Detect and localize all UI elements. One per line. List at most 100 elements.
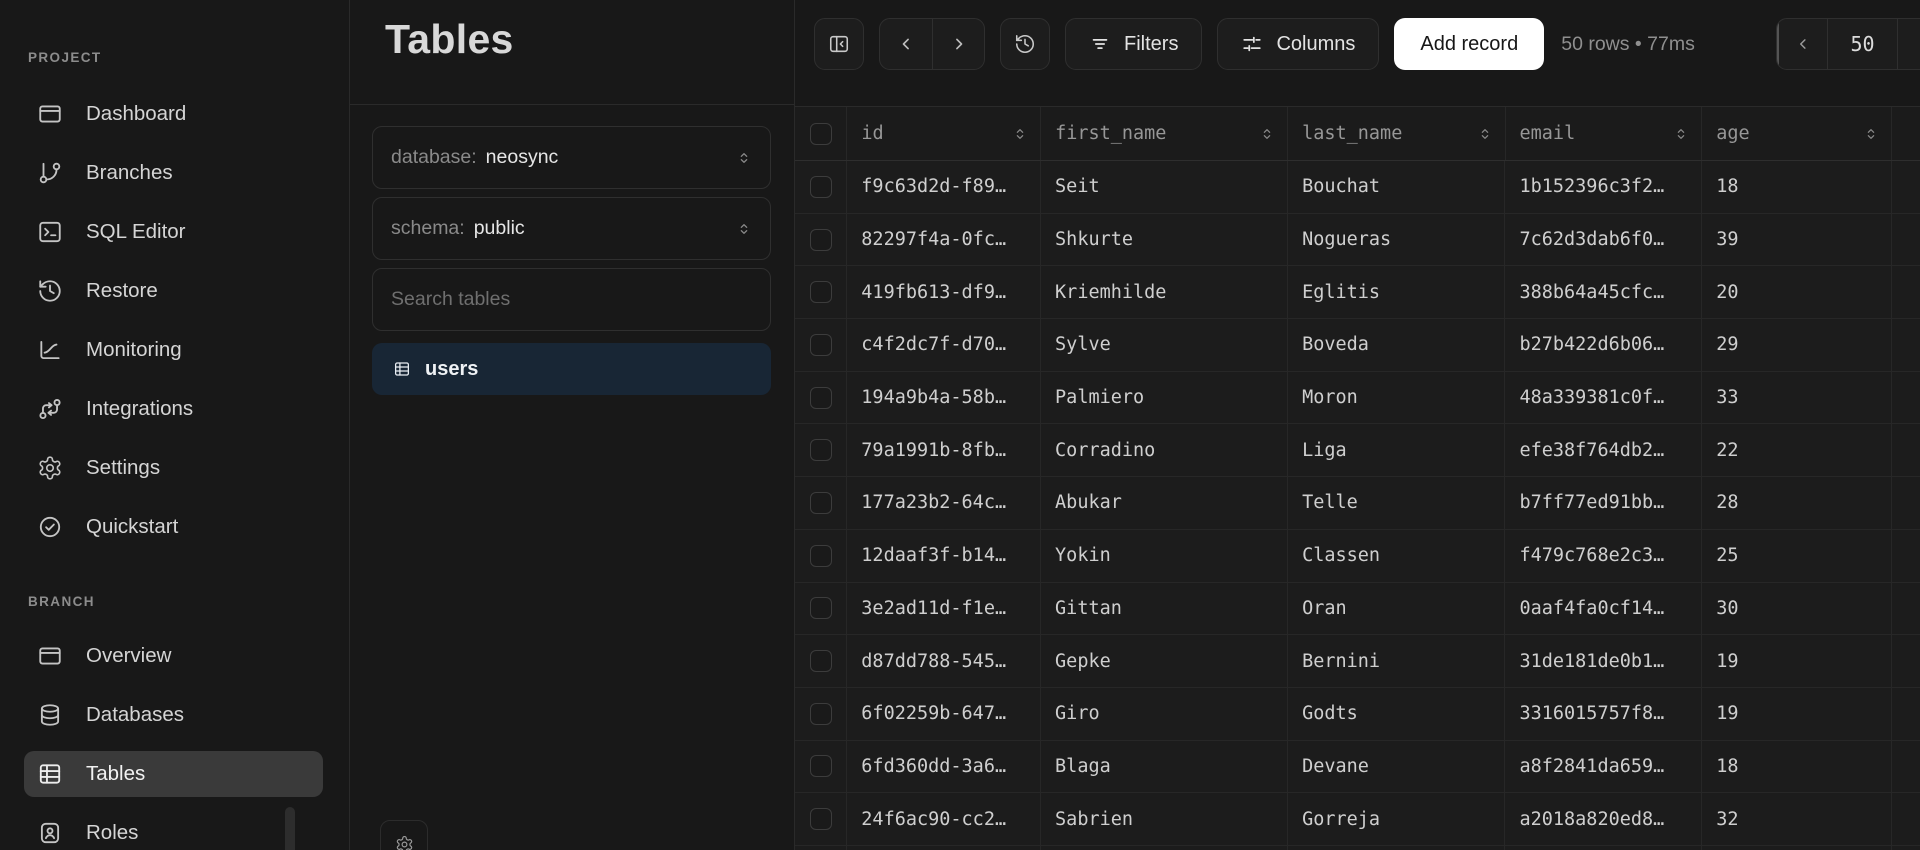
cell-age[interactable]: 18	[1702, 161, 1892, 213]
cell-id[interactable]: c4f2dc7f-d70…	[847, 319, 1041, 371]
cell-first-name[interactable]: Blaga	[1041, 741, 1288, 793]
cell-last-name[interactable]: Devane	[1288, 741, 1505, 793]
cell-email[interactable]: b7ff77ed91bb…	[1505, 477, 1702, 529]
forward-button[interactable]	[932, 19, 984, 69]
cell-age[interactable]: 20	[1702, 266, 1892, 318]
cell-age[interactable]: 32	[1702, 793, 1892, 845]
cell-first-name[interactable]: Palmiero	[1041, 372, 1288, 424]
cell-email[interactable]: f479c768e2c3…	[1505, 530, 1702, 582]
sidebar-item-roles[interactable]: Roles	[24, 810, 323, 850]
row-checkbox[interactable]	[810, 229, 832, 251]
database-select[interactable]: database: neosync	[372, 126, 771, 189]
page-offset-value[interactable]: 0	[1897, 19, 1920, 69]
cell-id[interactable]: 79a1991b-8fb…	[847, 424, 1041, 476]
sidebar-item-settings[interactable]: Settings	[24, 445, 323, 491]
cell-first-name[interactable]: Sabrien	[1041, 793, 1288, 845]
row-checkbox[interactable]	[810, 703, 832, 725]
table-row[interactable]: 12daaf3f-b14…YokinClassenf479c768e2c3…25	[795, 530, 1920, 583]
sidebar-item-integrations[interactable]: Integrations	[24, 386, 323, 432]
schema-select[interactable]: schema: public	[372, 197, 771, 260]
row-checkbox[interactable]	[810, 597, 832, 619]
sidebar-item-sql-editor[interactable]: SQL Editor	[24, 209, 323, 255]
row-checkbox[interactable]	[810, 650, 832, 672]
cell-id[interactable]: d87dd788-545…	[847, 635, 1041, 687]
cell-id[interactable]: 12daaf3f-b14…	[847, 530, 1041, 582]
back-button[interactable]	[880, 19, 932, 69]
page-size-value[interactable]: 50	[1827, 19, 1897, 69]
cell-id[interactable]: 3e2ad11d-f1e…	[847, 583, 1041, 635]
cell-last-name[interactable]: Moron	[1288, 372, 1505, 424]
table-list-item-users[interactable]: users	[372, 343, 771, 395]
table-row[interactable]: 194a9b4a-58b…PalmieroMoron48a339381c0f…3…	[795, 372, 1920, 425]
cell-last-name[interactable]: Bernini	[1288, 635, 1505, 687]
cell-age[interactable]: 19	[1702, 688, 1892, 740]
cell-last-name[interactable]: Bouchat	[1288, 161, 1505, 213]
row-checkbox[interactable]	[810, 334, 832, 356]
cell-age[interactable]: 39	[1702, 214, 1892, 266]
prev-page-button[interactable]	[1777, 19, 1827, 69]
cell-age[interactable]: 18	[1702, 741, 1892, 793]
table-row[interactable]: d87dd788-545…GepkeBernini31de181de0b1…19	[795, 635, 1920, 688]
column-header-id[interactable]: id	[847, 107, 1041, 160]
filters-button[interactable]: Filters	[1065, 18, 1202, 70]
cell-last-name[interactable]: Telle	[1288, 477, 1505, 529]
cell-age[interactable]: 29	[1702, 319, 1892, 371]
cell-id[interactable]: 82297f4a-0fc…	[847, 214, 1041, 266]
sidebar-item-branches[interactable]: Branches	[24, 150, 323, 196]
sidebar-item-restore[interactable]: Restore	[24, 268, 323, 314]
cell-email[interactable]: 388b64a45cfc…	[1505, 266, 1702, 318]
cell-email[interactable]: a2018a820ed8…	[1505, 793, 1702, 845]
row-checkbox[interactable]	[810, 281, 832, 303]
history-button[interactable]	[1000, 18, 1050, 70]
column-header-last-name[interactable]: last_name	[1288, 107, 1505, 160]
table-row[interactable]: f9c63d2d-f89…SeitBouchat1b152396c3f2…18	[795, 161, 1920, 214]
sidebar-item-monitoring[interactable]: Monitoring	[24, 327, 323, 373]
collapse-panel-button[interactable]	[814, 18, 864, 70]
sidebar-item-tables[interactable]: Tables	[24, 751, 323, 797]
row-checkbox[interactable]	[810, 545, 832, 567]
cell-email[interactable]: 3316015757f8…	[1505, 688, 1702, 740]
add-record-button[interactable]: Add record	[1394, 18, 1544, 70]
sidebar-item-overview[interactable]: Overview	[24, 633, 323, 679]
cell-last-name[interactable]: Classen	[1288, 530, 1505, 582]
table-row[interactable]: 82297f4a-0fc…ShkurteNogueras7c62d3dab6f0…	[795, 214, 1920, 267]
cell-first-name[interactable]: Abukar	[1041, 477, 1288, 529]
row-checkbox[interactable]	[810, 755, 832, 777]
column-header-age[interactable]: age	[1702, 107, 1892, 160]
cell-age[interactable]: 22	[1702, 424, 1892, 476]
cell-last-name[interactable]: Godts	[1288, 688, 1505, 740]
cell-email[interactable]: 0aaf4fa0cf14…	[1505, 583, 1702, 635]
cell-first-name[interactable]: Gepke	[1041, 635, 1288, 687]
cell-last-name[interactable]: Liga	[1288, 424, 1505, 476]
table-row[interactable]: 24f6ac90-cc2…SabrienGorrejaa2018a820ed8……	[795, 793, 1920, 846]
select-all-checkbox[interactable]	[810, 123, 832, 145]
cell-first-name[interactable]: Seit	[1041, 161, 1288, 213]
cell-age[interactable]: 33	[1702, 372, 1892, 424]
row-checkbox[interactable]	[810, 808, 832, 830]
panel-settings-button[interactable]	[380, 820, 428, 850]
cell-age[interactable]: 19	[1702, 635, 1892, 687]
table-row[interactable]: 6fd360dd-3a6…BlagaDevanea8f2841da659…18	[795, 741, 1920, 794]
cell-email[interactable]: b27b422d6b06…	[1505, 319, 1702, 371]
table-row[interactable]: 79a1991b-8fb…CorradinoLigaefe38f764db2…2…	[795, 424, 1920, 477]
row-checkbox[interactable]	[810, 387, 832, 409]
columns-button[interactable]: Columns	[1217, 18, 1379, 70]
column-header-first-name[interactable]: first_name	[1041, 107, 1288, 160]
row-checkbox[interactable]	[810, 492, 832, 514]
cell-email[interactable]: 48a339381c0f…	[1505, 372, 1702, 424]
cell-first-name[interactable]: Yokin	[1041, 530, 1288, 582]
cell-age[interactable]: 25	[1702, 530, 1892, 582]
column-header-email[interactable]: email	[1506, 107, 1703, 160]
cell-email[interactable]: efe38f764db2…	[1505, 424, 1702, 476]
cell-id[interactable]: f9c63d2d-f89…	[847, 161, 1041, 213]
cell-id[interactable]: 419fb613-df9…	[847, 266, 1041, 318]
cell-first-name[interactable]: Corradino	[1041, 424, 1288, 476]
cell-email[interactable]: 31de181de0b1…	[1505, 635, 1702, 687]
sidebar-item-quickstart[interactable]: Quickstart	[24, 504, 323, 550]
cell-email[interactable]: 7c62d3dab6f0…	[1505, 214, 1702, 266]
cell-id[interactable]: 6f02259b-647…	[847, 688, 1041, 740]
cell-age[interactable]: 28	[1702, 477, 1892, 529]
table-row[interactable]: 419fb613-df9…KriemhildeEglitis388b64a45c…	[795, 266, 1920, 319]
scrollbar-thumb[interactable]	[285, 807, 295, 850]
cell-id[interactable]: 194a9b4a-58b…	[847, 372, 1041, 424]
